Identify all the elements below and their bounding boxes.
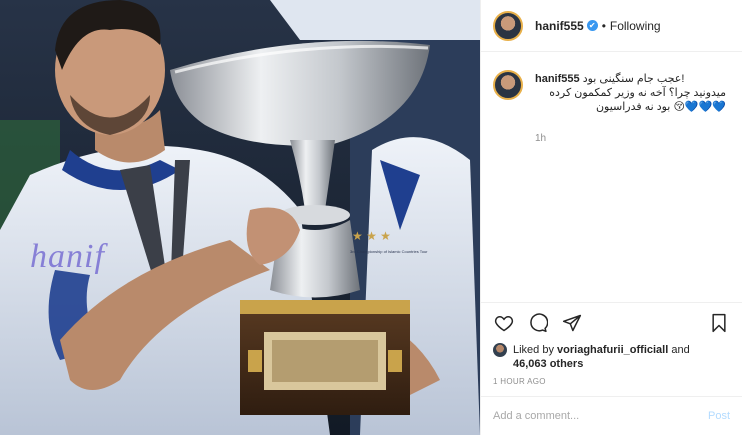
caption-username[interactable]: hanif555 — [535, 73, 580, 85]
caption-emoji: 😚 — [673, 101, 685, 113]
liker-username[interactable]: voriaghafurii_officiall — [557, 344, 668, 356]
post-photo[interactable]: 3rd Championship of Islamic Countries To… — [0, 0, 480, 435]
liker-avatar[interactable] — [493, 343, 507, 357]
caption-hearts: 💙💙💙 — [684, 101, 726, 113]
bookmark-icon — [712, 313, 726, 333]
share-icon — [562, 314, 582, 332]
comment-input[interactable] — [493, 410, 708, 422]
verified-badge-icon: ✔ — [586, 20, 598, 31]
post-side-panel: hanif555 ✔ • Following hanif555 عجب جام … — [480, 0, 742, 435]
caption-line-3-wrapper: 💙💙💙😚 بود نه فدراسیون — [535, 100, 726, 114]
likes-row: Liked by voriaghafurii_officiall and 46,… — [481, 343, 742, 371]
post-comment-button[interactable]: Post — [708, 410, 730, 422]
post-timestamp[interactable]: 1 HOUR AGO — [481, 371, 742, 386]
likes-text: Liked by voriaghafurii_officiall and 46,… — [513, 343, 690, 371]
likes-prefix: Liked by — [513, 344, 558, 356]
save-button[interactable] — [708, 312, 730, 334]
instagram-post: 3rd Championship of Islamic Countries To… — [0, 0, 742, 435]
share-button[interactable] — [561, 312, 583, 334]
header-separator: • — [601, 18, 606, 33]
trophy-banner-text: 3rd Championship of Islamic Countries To… — [350, 249, 428, 254]
caption-line-3: بود نه فدراسیون — [595, 101, 671, 113]
comment-button[interactable] — [527, 312, 549, 334]
comment-icon — [530, 313, 548, 333]
likes-count[interactable]: 46,063 others — [513, 358, 583, 370]
comment-box: Post — [481, 396, 742, 435]
svg-text:★ ★ ★: ★ ★ ★ — [352, 229, 391, 243]
caption-body: hanif555 عجب جام سنگینی بود! میدونید چرا… — [535, 72, 726, 146]
heart-icon — [494, 315, 514, 332]
caption-line-1: عجب جام سنگینی بود! — [582, 73, 685, 85]
trophy-photo-illustration: 3rd Championship of Islamic Countries To… — [0, 0, 480, 435]
header-username[interactable]: hanif555 — [535, 19, 584, 33]
post-caption: hanif555 عجب جام سنگینی بود! میدونید چرا… — [481, 52, 742, 302]
avatar[interactable] — [493, 10, 523, 41]
caption-line-2: میدونید چرا؟ آخه نه وزیر کمکمون کرده — [549, 87, 726, 99]
caption-avatar[interactable] — [493, 70, 523, 100]
caption-time[interactable]: 1h — [535, 132, 726, 146]
likes-and: and — [668, 344, 690, 356]
actions-area: Liked by voriaghafurii_officiall and 46,… — [481, 302, 742, 386]
watermark-text: hanif — [30, 238, 105, 275]
following-button[interactable]: Following — [610, 19, 661, 33]
like-button[interactable] — [493, 312, 515, 334]
post-header: hanif555 ✔ • Following — [481, 0, 742, 52]
action-bar — [481, 303, 742, 343]
